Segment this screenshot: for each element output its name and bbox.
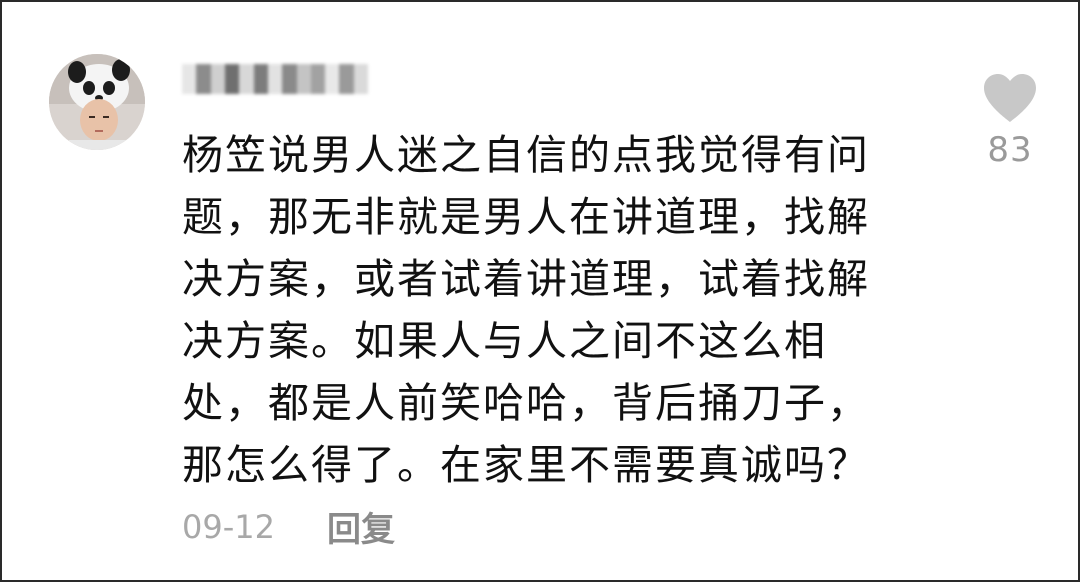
comment-date: 09-12 [182, 507, 275, 546]
comment-meta: 09-12 回复 [182, 502, 395, 551]
comment-text: 杨笠说男人迷之自信的点我觉得有问 题，那无非就是男人在讲道理，找解 决方案，或者… [182, 124, 912, 496]
comment-line: 题，那无非就是男人在讲道理，找解 [182, 193, 870, 241]
comment-line: 杨笠说男人迷之自信的点我觉得有问 [182, 131, 870, 179]
username-blurred[interactable] [182, 64, 369, 94]
avatar[interactable] [49, 54, 145, 150]
like-button[interactable]: 83 [978, 72, 1042, 170]
comment-card: 杨笠说男人迷之自信的点我觉得有问 题，那无非就是男人在讲道理，找解 决方案，或者… [0, 0, 1080, 582]
comment-line: 处，都是人前笑哈哈，背后捅刀子， [182, 379, 870, 427]
comment-line: 决方案。如果人与人之间不这么相 [182, 317, 827, 365]
heart-icon[interactable] [981, 72, 1039, 124]
reply-button[interactable]: 回复 [327, 502, 395, 551]
comment-line: 决方案，或者试着讲道理，试着找解 [182, 255, 870, 303]
like-count: 83 [987, 130, 1033, 170]
user-avatar-image [49, 54, 145, 150]
comment-line: 那怎么得了。在家里不需要真诚吗？ [182, 441, 870, 489]
